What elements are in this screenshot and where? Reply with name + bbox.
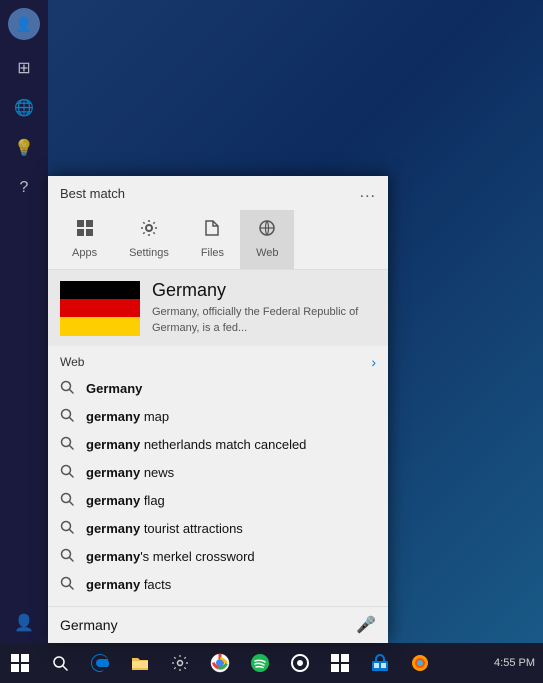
search-result-icon: [60, 380, 76, 396]
tab-web-label: Web: [256, 247, 278, 259]
search-input[interactable]: [60, 617, 356, 633]
web-icon: [257, 218, 277, 243]
firefox-icon[interactable]: [400, 643, 440, 683]
sidebar-item-user[interactable]: 👤: [0, 603, 48, 643]
flag-gold-stripe: [60, 317, 140, 335]
result-text-facts: germany facts: [86, 577, 171, 592]
app6-icon[interactable]: [280, 643, 320, 683]
sidebar-item-lightbulb[interactable]: 💡: [0, 128, 48, 168]
result-text-germany: Germany: [86, 381, 142, 396]
result-item-germany-tourist[interactable]: germany tourist attractions: [48, 514, 388, 542]
result-text-netherlands: germany netherlands match canceled: [86, 437, 306, 452]
chrome-icon[interactable]: [200, 643, 240, 683]
apps-icon: [75, 218, 95, 243]
search-result-icon-7: [60, 548, 76, 564]
result-item-germany-map[interactable]: germany map: [48, 402, 388, 430]
taskbar: 4:55 PM: [0, 643, 543, 683]
menu-options-dots[interactable]: ...: [360, 184, 376, 202]
tab-settings[interactable]: Settings: [113, 210, 185, 269]
search-bar[interactable]: 🎤: [48, 606, 388, 643]
system-tray: 4:55 PM: [494, 657, 543, 669]
search-result-icon-2: [60, 408, 76, 424]
flag-red-stripe: [60, 299, 140, 317]
search-result-icon-6: [60, 520, 76, 536]
best-match-info: Germany Germany, officially the Federal …: [152, 280, 376, 336]
search-results-list: Germany germany map germany netherlands …: [48, 374, 388, 598]
start-button[interactable]: [0, 643, 40, 683]
sidebar-item-home[interactable]: ⊞: [0, 48, 48, 88]
result-text-flag: germany flag: [86, 493, 165, 508]
web-section-label: Web: [60, 355, 84, 369]
start-menu: Best match ... Apps Settings: [48, 176, 388, 643]
store-icon[interactable]: [360, 643, 400, 683]
result-item-germany-flag[interactable]: germany flag: [48, 486, 388, 514]
flag-black-stripe: [60, 281, 140, 299]
tab-files-label: Files: [201, 247, 224, 259]
sidebar-item-question[interactable]: ?: [0, 168, 48, 208]
tab-apps-label: Apps: [72, 247, 97, 259]
result-text-news: germany news: [86, 465, 174, 480]
search-result-icon-8: [60, 576, 76, 592]
menu-top-bar: Best match ...: [48, 176, 388, 210]
tab-settings-label: Settings: [129, 247, 169, 259]
edge-browser-icon[interactable]: [80, 643, 120, 683]
sidebar-item-search[interactable]: 🌐: [0, 88, 48, 128]
tab-apps[interactable]: Apps: [56, 210, 113, 269]
spotify-icon[interactable]: [240, 643, 280, 683]
best-match-result[interactable]: Germany Germany, officially the Federal …: [48, 270, 388, 346]
menu-tabs: Apps Settings Files: [48, 210, 388, 270]
file-explorer-icon[interactable]: [120, 643, 160, 683]
search-result-icon-5: [60, 492, 76, 508]
result-item-germany-news[interactable]: germany news: [48, 458, 388, 486]
search-result-icon-4: [60, 464, 76, 480]
best-match-name: Germany: [152, 280, 376, 301]
tab-web[interactable]: Web: [240, 210, 294, 269]
settings-taskbar-icon[interactable]: [160, 643, 200, 683]
result-text-tourist: germany tourist attractions: [86, 521, 243, 536]
microphone-icon[interactable]: 🎤: [356, 615, 376, 635]
best-match-label: Best match: [60, 186, 125, 201]
germany-flag: [60, 281, 140, 336]
time-display: 4:55 PM: [494, 657, 535, 669]
tab-files[interactable]: Files: [185, 210, 240, 269]
settings-icon: [139, 218, 159, 243]
result-text-merkel: germany's merkel crossword: [86, 549, 255, 564]
result-item-germany-facts[interactable]: germany facts: [48, 570, 388, 598]
user-avatar[interactable]: 👤: [8, 8, 40, 40]
result-item-germany[interactable]: Germany: [48, 374, 388, 402]
app7-icon[interactable]: [320, 643, 360, 683]
sidebar: 👤 ⊞ 🌐 💡 ? 👤: [0, 0, 48, 643]
web-section-header: Web ›: [48, 346, 388, 374]
search-result-icon-3: [60, 436, 76, 452]
result-item-germany-netherlands[interactable]: germany netherlands match canceled: [48, 430, 388, 458]
search-taskbar-button[interactable]: [40, 643, 80, 683]
best-match-description: Germany, officially the Federal Republic…: [152, 305, 376, 336]
web-section-arrow[interactable]: ›: [371, 354, 376, 370]
files-icon: [202, 218, 222, 243]
result-item-germany-merkel[interactable]: germany's merkel crossword: [48, 542, 388, 570]
result-text-map: germany map: [86, 409, 169, 424]
